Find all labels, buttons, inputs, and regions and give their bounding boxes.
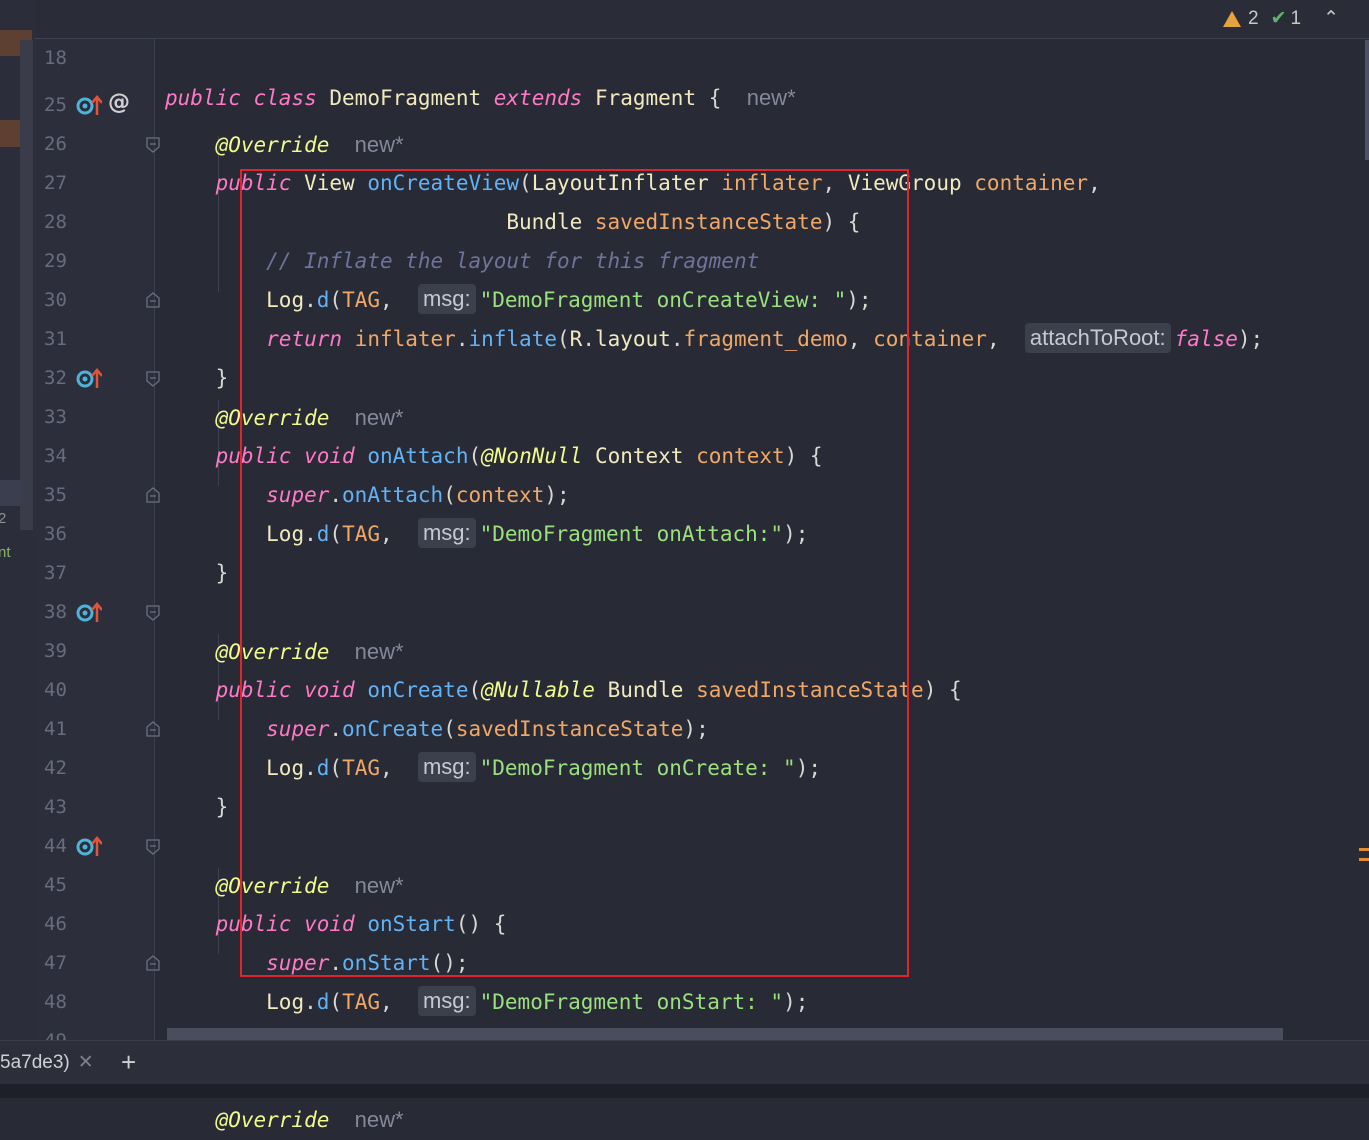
fold-collapse-icon[interactable] <box>146 371 160 387</box>
add-icon[interactable]: + <box>121 1041 136 1085</box>
warning-count: 2 <box>1248 8 1259 29</box>
fold-collapse-icon[interactable] <box>146 137 160 153</box>
keyword: extends <box>493 86 583 110</box>
usage-hint[interactable]: new <box>747 85 787 110</box>
annotation: @Override <box>215 1108 330 1132</box>
at-annotation-icon[interactable]: @ <box>108 90 130 115</box>
editor-horizontal-scrollbar[interactable] <box>167 1028 1283 1040</box>
fold-end-icon[interactable] <box>146 721 160 737</box>
keyword: public <box>165 86 241 110</box>
scrollbar-warning-marker[interactable] <box>1359 858 1369 861</box>
override-method-icon[interactable] <box>76 600 102 626</box>
warning-icon <box>1223 11 1241 27</box>
fold-end-icon[interactable] <box>146 292 160 308</box>
override-method-icon[interactable] <box>76 366 102 392</box>
code-line[interactable]: 27 Bundle savedInstanceState) { <box>0 125 1369 234</box>
line-number: 18 <box>44 47 67 69</box>
code-line[interactable]: 49 <box>0 983 1369 1052</box>
check-icon: ✔ <box>1270 8 1287 29</box>
usage-hint-star: * <box>395 1107 404 1132</box>
close-icon[interactable]: ✕ <box>78 1052 94 1073</box>
fold-collapse-icon[interactable] <box>146 839 160 855</box>
tool-tab-label: 5a7de3) <box>0 1052 70 1073</box>
override-method-icon[interactable] <box>76 93 102 119</box>
chevron-up-icon[interactable]: ⌃ <box>1323 0 1339 38</box>
tool-tab[interactable]: 5a7de3) ✕ <box>0 1041 94 1085</box>
fold-end-icon[interactable] <box>146 955 160 971</box>
bottom-tool-tabs: 5a7de3) ✕ + <box>0 1040 1369 1085</box>
class-name: Fragment <box>594 86 697 110</box>
class-name: DemoFragment <box>329 86 482 110</box>
weak-warning-count: 1 <box>1290 8 1302 29</box>
usage-hint[interactable]: new <box>355 1107 395 1132</box>
override-method-icon[interactable] <box>76 834 102 860</box>
code-line-sticky[interactable]: 18 public class DemoFragment extends Fra… <box>0 0 1369 110</box>
status-bar <box>0 1084 1369 1098</box>
inspection-status[interactable]: 2 ✔ 1 ⌃ <box>1223 0 1369 38</box>
editor-vertical-scrollbar[interactable] <box>1365 40 1369 160</box>
brace: { <box>708 86 722 110</box>
fold-end-icon[interactable] <box>146 487 160 503</box>
highlight-annotation-box <box>240 169 909 977</box>
usage-hint-star: * <box>787 85 796 110</box>
fold-collapse-icon[interactable] <box>146 605 160 621</box>
keyword: class <box>253 86 317 110</box>
scrollbar-warning-marker[interactable] <box>1359 848 1369 851</box>
